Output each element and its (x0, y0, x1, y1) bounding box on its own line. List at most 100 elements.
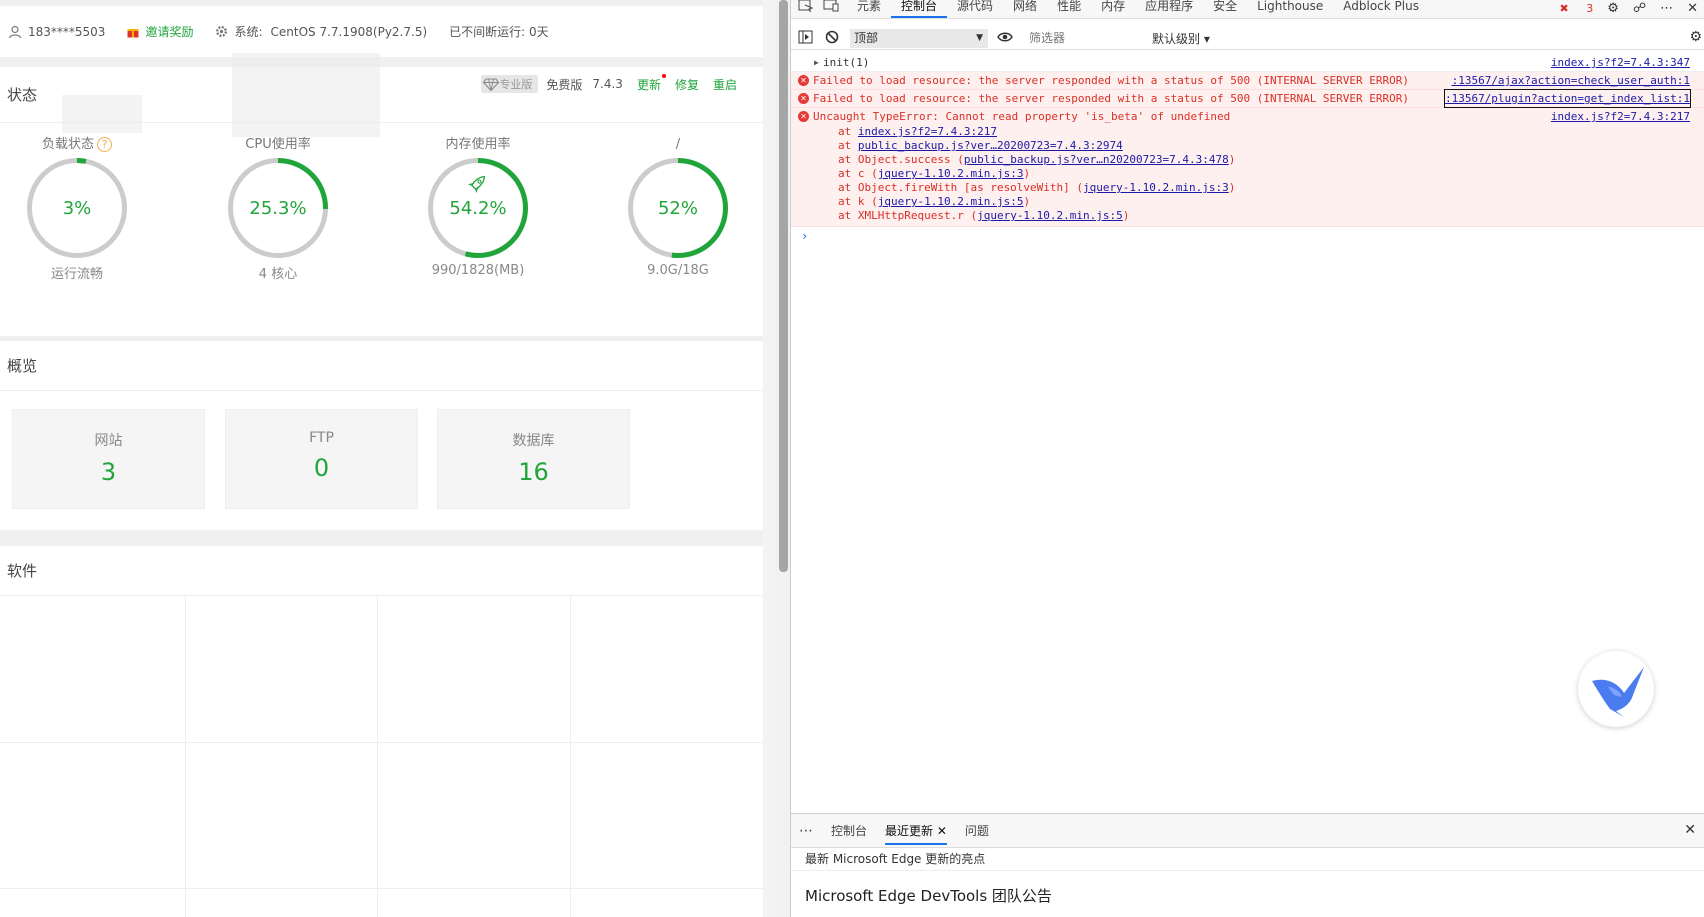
user-icon (8, 25, 22, 38)
context-value: 顶部 (854, 31, 879, 45)
live-expression-eye-icon[interactable] (997, 30, 1013, 47)
gauge-ring: 52% (628, 158, 728, 258)
tab-memory[interactable]: 内存 (1091, 0, 1135, 18)
whats-new-subtitle: 最新 Microsoft Edge 更新的亮点 (791, 848, 1704, 871)
invite-reward-link[interactable]: 邀请奖励 (127, 23, 193, 40)
user-account[interactable]: 183****5503 (8, 25, 105, 39)
system-info: 系统: CentOS 7.7.1908(Py2.7.5) (215, 23, 427, 40)
frame-link[interactable]: index.js?f2=7.4.3:217 (858, 125, 997, 138)
overview-card: 概览 网站 3 FTP 0 数据库 16 (0, 341, 763, 530)
tab-performance[interactable]: 性能 (1047, 0, 1091, 18)
close-tab-icon[interactable]: ✕ (937, 824, 947, 838)
frame-link[interactable]: jquery-1.10.2.min.js:5 (977, 209, 1123, 222)
grid-line (0, 742, 763, 743)
rocket-icon[interactable] (467, 173, 488, 194)
repair-link[interactable]: 修复 (675, 76, 699, 93)
device-toggle-icon[interactable] (819, 0, 847, 18)
more-options-icon[interactable]: ⋯ (1660, 1, 1673, 16)
console-filter-input[interactable] (1025, 30, 1130, 47)
overview-databases[interactable]: 数据库 16 (437, 409, 630, 509)
error-source-link[interactable]: index.js?f2=7.4.3:217 (1551, 108, 1690, 125)
gauge-ring: 25.3% (228, 158, 328, 258)
frame-text: at Object.fireWith [as resolveWith] ( (838, 181, 1084, 194)
page-scrollbar[interactable] (776, 0, 791, 917)
context-selector[interactable]: 顶部 ▼ (850, 29, 988, 48)
tab-adblock[interactable]: Adblock Plus (1333, 0, 1429, 18)
scrollbar-thumb[interactable] (779, 0, 788, 572)
uptime-text: 已不间断运行: 0天 (449, 25, 549, 39)
stack-frame: at index.js?f2=7.4.3:217 (838, 125, 1704, 139)
tab-elements[interactable]: 元素 (847, 0, 891, 18)
error-source-link-selected[interactable]: :13567/plugin?action=get_index_list:1 (1443, 89, 1692, 108)
restart-link[interactable]: 重启 (713, 76, 737, 93)
tab-console[interactable]: 控制台 (891, 0, 948, 18)
drawer-more-icon[interactable]: ⋯ (799, 823, 813, 839)
floating-assistant-icon[interactable] (1578, 651, 1654, 727)
error-source-link[interactable]: :13567/ajax?action=check_user_auth:1 (1452, 72, 1690, 89)
gauge-load[interactable]: 负载状态? 3% 运行流畅 (0, 135, 157, 282)
error-count-badge[interactable]: ✖ 3 (1560, 2, 1594, 15)
close-drawer-icon[interactable]: ✕ (1684, 822, 1696, 838)
inspect-icon[interactable] (791, 0, 819, 18)
version-bar: 专业版 免费版 7.4.3 更新 修复 重启 (481, 73, 737, 93)
dropdown-arrow-icon: ▼ (976, 33, 983, 43)
log-source-link[interactable]: index.js?f2=7.4.3:347 (1551, 54, 1690, 71)
frame-link[interactable]: jquery-1.10.2.min.js:5 (878, 195, 1024, 208)
overview-ftp[interactable]: FTP 0 (225, 409, 418, 509)
clear-console-icon[interactable] (825, 30, 839, 47)
update-link[interactable]: 更新 (637, 73, 666, 93)
frame-link[interactable]: public_backup.js?ver…n20200723=7.4.3:478 (964, 153, 1229, 166)
drawer-tab-issues[interactable]: 问题 (965, 822, 989, 839)
frame-text: ) (1023, 195, 1031, 208)
close-devtools-icon[interactable]: ✕ (1687, 1, 1698, 16)
tab-sources[interactable]: 源代码 (947, 0, 1003, 18)
grid-line (570, 596, 571, 917)
pro-badge[interactable]: 专业版 (481, 75, 539, 93)
sidebar-toggle-icon[interactable] (798, 30, 813, 47)
uptime: 已不间断运行: 0天 (449, 23, 549, 40)
log-levels-dropdown[interactable]: 默认级别 ▾ (1152, 30, 1210, 47)
gauge-memory[interactable]: 内存使用率 54.2% 990/1828(MB) (398, 135, 558, 278)
error-icon: ✕ (798, 75, 809, 86)
tab-application[interactable]: 应用程序 (1135, 0, 1203, 18)
error-row-typeerror[interactable]: ✕ Uncaught TypeError: Cannot read proper… (791, 108, 1704, 227)
frame-link[interactable]: jquery-1.10.2.min.js:3 (878, 167, 1024, 180)
settings-gear-icon[interactable]: ⚙ (1607, 1, 1619, 16)
console-settings-gear-icon[interactable]: ⚙ (1689, 29, 1702, 45)
gauge-label: / (675, 137, 681, 152)
frame-link[interactable]: public_backup.js?ver…20200723=7.4.3:2974 (858, 139, 1123, 152)
frame-text: ) (1228, 181, 1236, 194)
tab-lighthouse[interactable]: Lighthouse (1247, 0, 1333, 18)
top-info-bar: 183****5503 邀请奖励 系统: CentOS 7.7.1908(Py2… (0, 0, 763, 57)
drawer-tab-whats-new[interactable]: 最近更新 ✕ (885, 822, 947, 845)
frame-link[interactable]: jquery-1.10.2.min.js:3 (1083, 181, 1229, 194)
gauge-disk[interactable]: / 52% 9.0G/18G (598, 135, 758, 278)
gauge-ring: 3% (27, 158, 127, 258)
help-icon[interactable]: ? (97, 137, 112, 152)
overview-label: 数据库 (512, 433, 555, 449)
devtools-panel: 元素 控制台 源代码 网络 性能 内存 应用程序 安全 Lighthouse A… (791, 0, 1704, 917)
frame-text: at c ( (838, 167, 878, 180)
gauge-cpu[interactable]: CPU使用率 25.3% 4 核心 (198, 135, 358, 282)
tab-security[interactable]: 安全 (1203, 0, 1247, 18)
overview-count: 3 (100, 458, 117, 486)
whats-new-headline: Microsoft Edge DevTools 团队公告 (805, 887, 1052, 905)
drawer-tab-console[interactable]: 控制台 (831, 822, 867, 839)
overview-websites[interactable]: 网站 3 (12, 409, 205, 509)
stack-frame: at XMLHttpRequest.r (jquery-1.10.2.min.j… (838, 209, 1704, 223)
grid-line (0, 888, 763, 889)
expand-triangle-icon[interactable]: ▶ (814, 54, 819, 71)
stack-frame: at Object.fireWith [as resolveWith] (jqu… (838, 181, 1704, 195)
error-row[interactable]: ✕ Failed to load resource: the server re… (791, 89, 1704, 108)
gift-icon (127, 29, 139, 38)
grid-line (377, 596, 378, 917)
version-number: 7.4.3 (592, 77, 623, 91)
log-row-init[interactable]: ▶ init(1) index.js?f2=7.4.3:347 (791, 54, 1704, 72)
console-prompt[interactable]: › (791, 227, 1704, 245)
feedback-icon[interactable]: ☍ (1633, 1, 1646, 16)
gauge-value: 25.3% (249, 198, 306, 219)
gauge-ring: 54.2% (428, 158, 528, 258)
gauge-sub: 运行流畅 (50, 267, 103, 282)
tab-network[interactable]: 网络 (1003, 0, 1047, 18)
error-row[interactable]: ✕ Failed to load resource: the server re… (791, 72, 1704, 90)
